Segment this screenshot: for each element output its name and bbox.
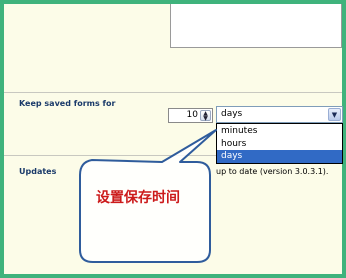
callout-text: 设置保存时间 — [96, 190, 180, 206]
callout-bubble — [79, 129, 217, 263]
